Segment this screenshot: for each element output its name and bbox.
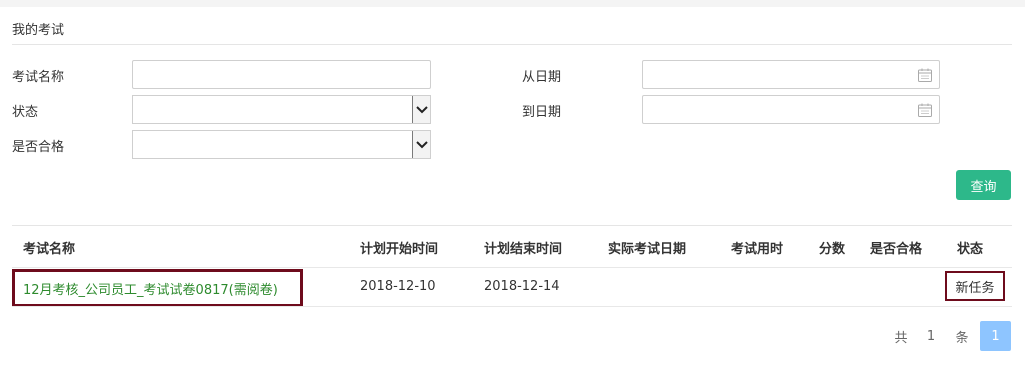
- passed-label: 是否合格: [12, 140, 65, 155]
- header-divider: [12, 267, 1012, 268]
- to-date-label: 到日期: [522, 105, 562, 120]
- query-button[interactable]: 查询: [956, 170, 1011, 200]
- header-passed: 是否合格: [870, 242, 923, 257]
- from-date-label: 从日期: [522, 70, 562, 85]
- header-exam-name: 考试名称: [23, 242, 76, 257]
- pagination-total-count: 1: [926, 328, 936, 344]
- plan-end-cell: 2018-12-14: [484, 279, 560, 294]
- passed-select[interactable]: [132, 130, 431, 159]
- header-score: 分数: [819, 242, 846, 257]
- exam-name-link[interactable]: 12月考核_公司员工_考试试卷0817(需阅卷): [12, 269, 303, 307]
- top-bar: [0, 0, 1025, 7]
- header-duration: 考试用时: [731, 242, 784, 257]
- header-plan-end: 计划结束时间: [484, 242, 563, 257]
- pagination-page-1[interactable]: 1: [980, 321, 1011, 351]
- header-status: 状态: [957, 242, 984, 257]
- calendar-icon[interactable]: [917, 102, 933, 118]
- section-divider: [12, 225, 1012, 226]
- header-plan-start: 计划开始时间: [360, 242, 439, 257]
- from-date-input[interactable]: [642, 60, 940, 89]
- plan-start-cell: 2018-12-10: [360, 279, 436, 294]
- exam-name-input[interactable]: [132, 60, 431, 89]
- title-divider: [12, 44, 1012, 45]
- chevron-down-icon[interactable]: [412, 96, 430, 123]
- page-title: 我的考试: [12, 23, 65, 38]
- row-divider: [12, 306, 1012, 307]
- calendar-icon[interactable]: [917, 67, 933, 83]
- status-badge: 新任务: [945, 271, 1005, 301]
- status-select[interactable]: [132, 95, 431, 124]
- pagination-total-prefix: 共: [894, 330, 908, 346]
- to-date-input[interactable]: [642, 95, 940, 124]
- header-actual-date: 实际考试日期: [608, 242, 687, 257]
- exam-name-label: 考试名称: [12, 70, 65, 85]
- pagination-total-suffix: 条: [955, 330, 969, 346]
- chevron-down-icon[interactable]: [412, 131, 430, 158]
- status-label: 状态: [12, 105, 39, 120]
